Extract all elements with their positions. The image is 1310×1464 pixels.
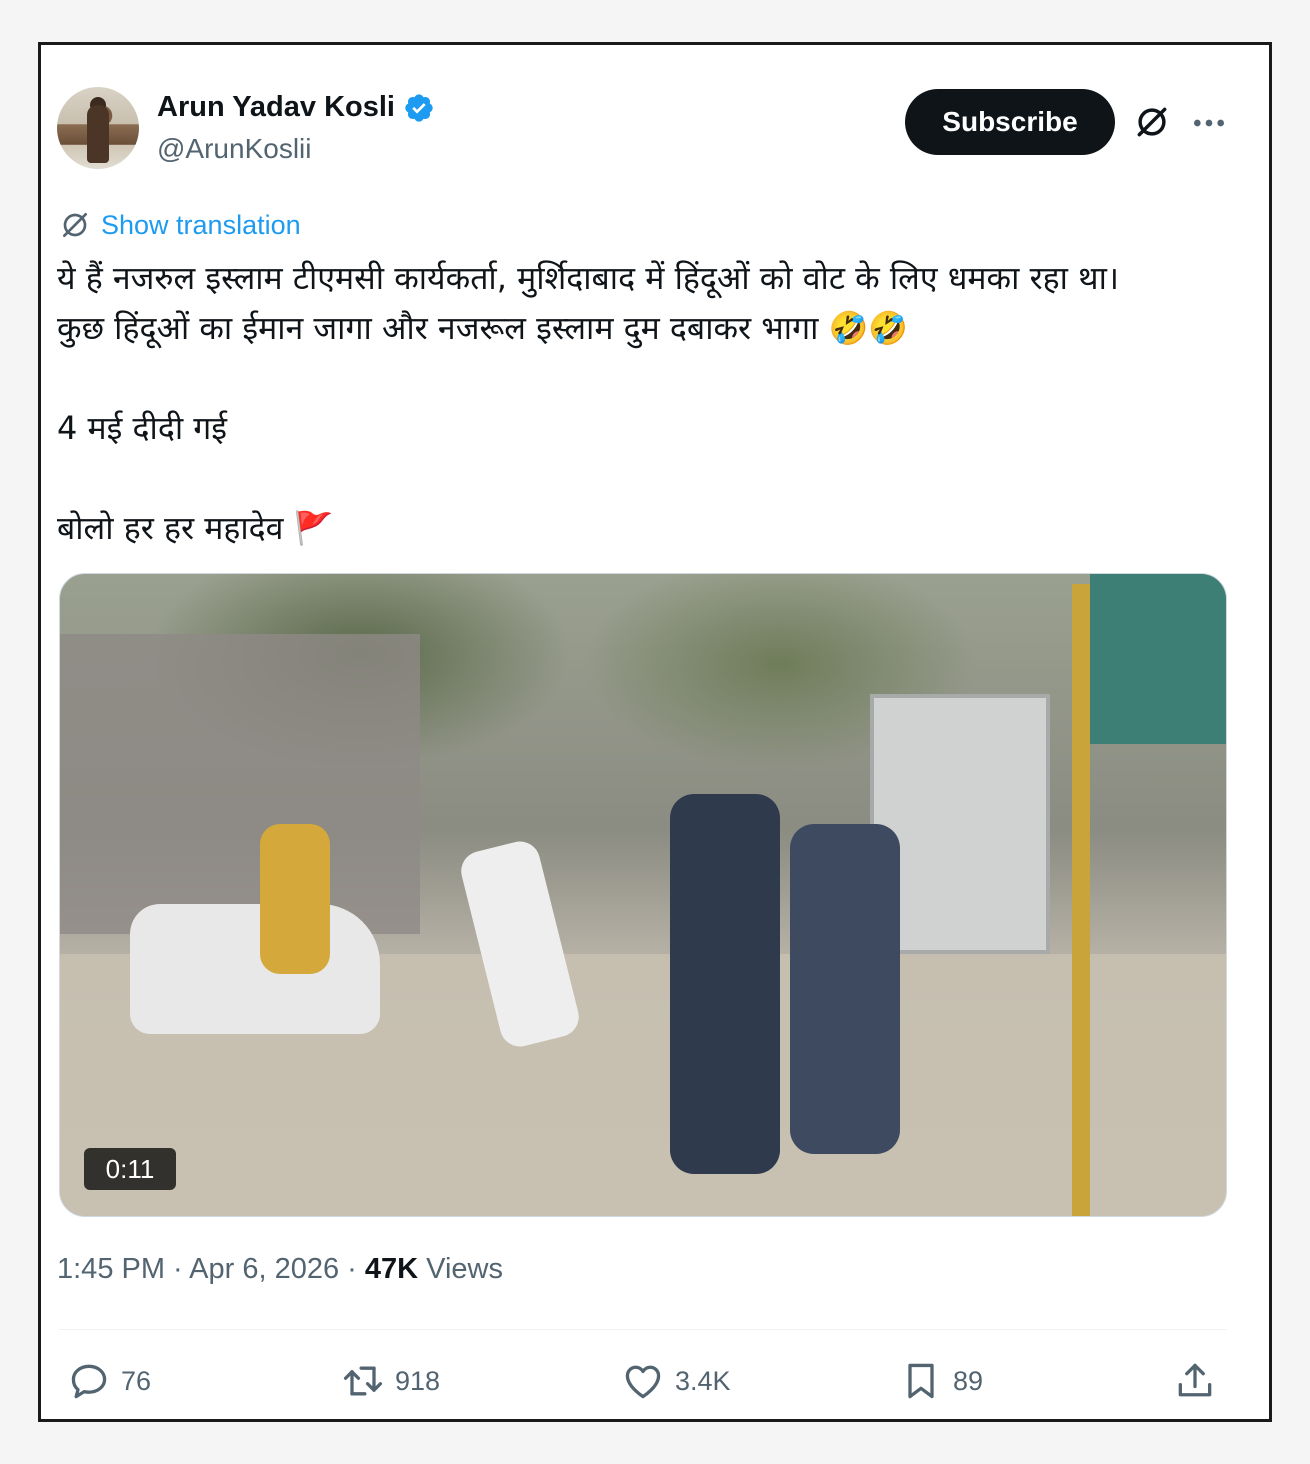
- like-count: 3.4K: [675, 1365, 731, 1396]
- bookmark-count: 89: [953, 1365, 984, 1396]
- video-scene-building: [60, 634, 420, 934]
- meta-separator: ·: [339, 1253, 365, 1285]
- divider: [59, 1329, 1227, 1330]
- grok-icon[interactable]: [1133, 103, 1171, 141]
- bookmark-icon: [908, 1363, 934, 1399]
- author-name-row[interactable]: Arun Yadav Kosli: [157, 91, 435, 124]
- video-scene-person: [260, 824, 330, 974]
- meta-separator: ·: [165, 1253, 190, 1285]
- display-name[interactable]: Arun Yadav Kosli: [157, 91, 395, 124]
- views-count: 47K: [364, 1253, 419, 1285]
- tweet-card: Arun Yadav Kosli @ArunKoslii Subscribe S…: [38, 42, 1272, 1422]
- more-icon[interactable]: [1189, 103, 1229, 143]
- tweet-line: कुछ हिंदूओं का ईमान जागा और नजरूल इस्लाम…: [57, 309, 909, 347]
- author-handle[interactable]: @ArunKoslii: [157, 133, 311, 165]
- avatar-figure: [87, 105, 109, 163]
- tweet-line: ये हैं नजरुल इस्लाम टीएमसी कार्यकर्ता, म…: [57, 259, 1119, 297]
- video-scene-person: [670, 794, 780, 1174]
- video-scene-pole: [1072, 584, 1090, 1216]
- video-scene-sign: [1090, 574, 1226, 744]
- share-icon: [1178, 1363, 1212, 1397]
- bookmark-button[interactable]: 89: [899, 1359, 983, 1403]
- tweet-line: 4 मई दीदी गई: [57, 409, 228, 447]
- heart-icon: [625, 1365, 661, 1399]
- show-translation-label[interactable]: Show translation: [101, 210, 301, 241]
- reply-count: 76: [121, 1365, 152, 1396]
- tweet-text: ये हैं नजरुल इस्लाम टीएमसी कार्यकर्ता, म…: [57, 253, 1247, 553]
- share-button[interactable]: [1173, 1359, 1217, 1403]
- video-player[interactable]: 0:11: [59, 573, 1227, 1217]
- retweet-icon: [343, 1366, 383, 1396]
- subscribe-button[interactable]: Subscribe: [905, 89, 1115, 155]
- views-label: Views: [418, 1253, 503, 1285]
- tweet-line: बोलो हर हर महादेव 🚩: [57, 509, 334, 547]
- reply-icon: [71, 1364, 107, 1399]
- show-translation-link[interactable]: Show translation: [59, 209, 301, 241]
- video-duration-badge: 0:11: [84, 1148, 176, 1190]
- translate-icon: [62, 213, 87, 237]
- retweet-count: 918: [395, 1365, 441, 1396]
- reply-button[interactable]: 76: [67, 1359, 151, 1403]
- like-button[interactable]: 3.4K: [621, 1359, 731, 1403]
- retweet-button[interactable]: 918: [341, 1359, 440, 1403]
- video-scene-person: [790, 824, 900, 1154]
- tweet-meta: 1:45 PM · Apr 6, 2026 · 47K Views: [57, 1253, 503, 1286]
- tweet-date[interactable]: Apr 6, 2026: [189, 1253, 339, 1285]
- action-bar: 76 918 3.4K 89: [41, 1345, 1275, 1415]
- verified-badge-icon: [405, 93, 433, 122]
- tweet-time[interactable]: 1:45 PM: [57, 1253, 165, 1285]
- avatar[interactable]: [57, 87, 139, 169]
- video-scene-scooter: [130, 904, 380, 1034]
